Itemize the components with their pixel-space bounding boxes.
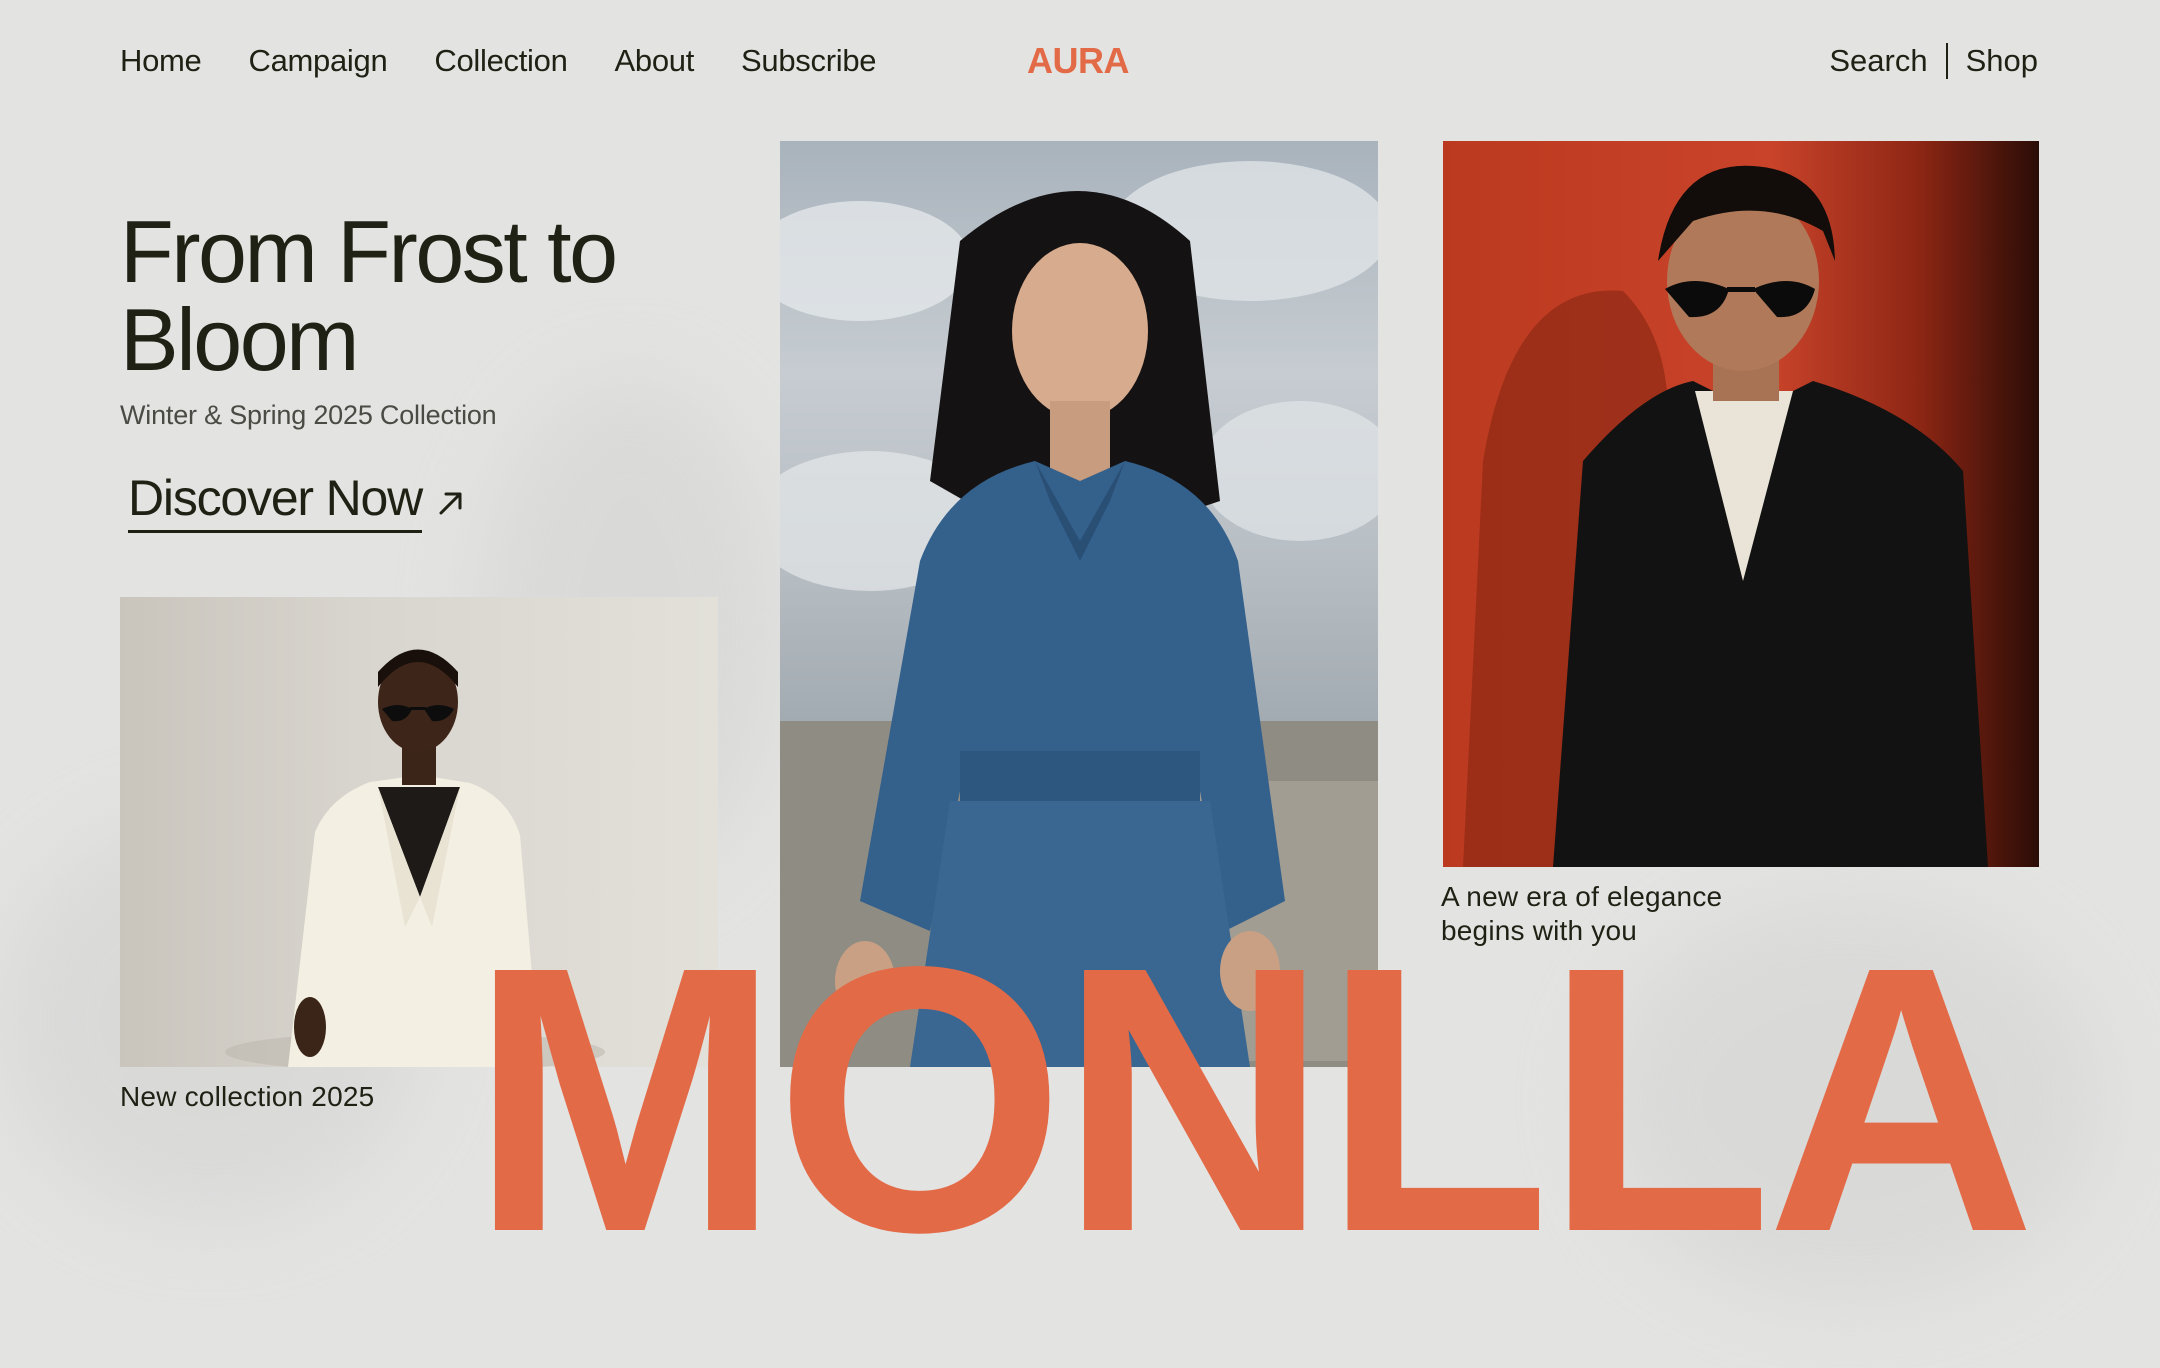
arrow-up-right-icon — [439, 492, 462, 515]
nav-link-search[interactable]: Search — [1829, 43, 1927, 79]
nav-divider — [1945, 43, 1948, 79]
hero-subtitle: Winter & Spring 2025 Collection — [120, 400, 497, 430]
discover-now-link[interactable]: Discover Now — [128, 470, 466, 533]
caption-new-collection: New collection 2025 — [120, 1081, 375, 1112]
cta-label: Discover Now — [128, 470, 423, 533]
nav-link-about[interactable]: About — [615, 43, 695, 79]
black-suit-illustration — [1463, 165, 1988, 867]
nav-link-campaign[interactable]: Campaign — [249, 43, 388, 79]
nav-link-shop[interactable]: Shop — [1966, 43, 2038, 79]
nav-link-collection[interactable]: Collection — [434, 43, 567, 79]
photo-black-suit-model[interactable] — [1443, 141, 2039, 867]
utility-nav: Search Shop — [1829, 38, 2038, 84]
hero-title: From Frost to Bloom — [120, 202, 618, 389]
brand-wordmark: MONLLA — [470, 889, 2036, 1311]
nav-link-home[interactable]: Home — [120, 43, 202, 79]
main-nav: Home Campaign Collection About Subscribe — [120, 38, 877, 84]
brand-logo[interactable]: AURA — [1027, 38, 1130, 84]
nav-link-subscribe[interactable]: Subscribe — [741, 43, 876, 79]
